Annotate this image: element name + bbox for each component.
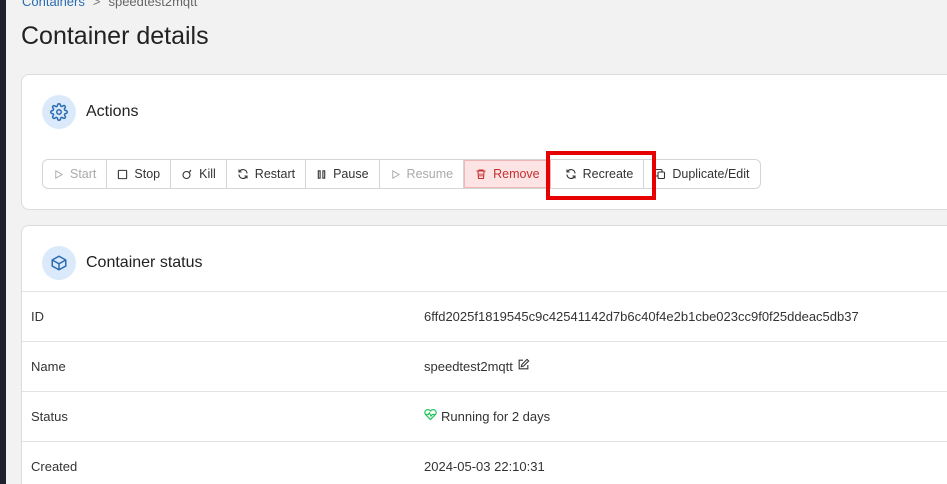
kill-label: Kill bbox=[199, 167, 216, 181]
table-row-id: ID 6ffd2025f1819545c9c42541142d7b6c40f4e… bbox=[22, 291, 947, 341]
duplicate-edit-label: Duplicate/Edit bbox=[672, 167, 750, 181]
stop-button[interactable]: Stop bbox=[107, 160, 172, 188]
stop-label: Stop bbox=[134, 167, 161, 181]
gear-icon bbox=[42, 95, 76, 129]
pause-icon bbox=[317, 169, 326, 179]
created-value: 2024-05-03 22:10:31 bbox=[424, 459, 545, 474]
table-row-status: Status Running for 2 days bbox=[22, 391, 947, 441]
play-icon bbox=[391, 169, 400, 179]
container-status-header: Container status bbox=[42, 246, 203, 280]
container-status-title: Container status bbox=[86, 254, 203, 271]
copy-icon bbox=[655, 168, 666, 180]
breadcrumb: Containers > speedtest2mqtt bbox=[22, 0, 197, 9]
name-value: speedtest2mqtt bbox=[424, 359, 513, 374]
kill-button[interactable]: Kill bbox=[171, 160, 227, 188]
actions-card: Actions Start Stop Kill Restart Pause Re… bbox=[21, 74, 947, 210]
resume-label: Resume bbox=[406, 167, 454, 181]
app-sidebar-edge bbox=[0, 0, 6, 484]
trash-icon bbox=[476, 169, 486, 180]
restart-button[interactable]: Restart bbox=[226, 160, 307, 188]
pause-button[interactable]: Pause bbox=[306, 160, 380, 188]
table-row-name: Name speedtest2mqtt bbox=[22, 341, 947, 391]
duplicate-edit-button[interactable]: Duplicate/Edit bbox=[644, 160, 760, 188]
actions-title: Actions bbox=[86, 103, 139, 120]
status-label: Status bbox=[31, 409, 68, 424]
heartbeat-icon bbox=[424, 409, 437, 421]
box-icon bbox=[42, 246, 76, 280]
breadcrumb-current: speedtest2mqtt bbox=[108, 0, 198, 9]
edit-icon[interactable] bbox=[517, 358, 530, 371]
restart-label: Restart bbox=[254, 167, 296, 181]
bomb-icon bbox=[182, 169, 192, 180]
name-value-wrapper: speedtest2mqtt bbox=[424, 358, 530, 374]
id-value: 6ffd2025f1819545c9c42541142d7b6c40f4e2b1… bbox=[424, 309, 859, 324]
table-row-created: Created 2024-05-03 22:10:31 bbox=[22, 441, 947, 484]
remove-label: Remove bbox=[493, 167, 540, 181]
breadcrumb-separator: > bbox=[92, 0, 101, 9]
start-label: Start bbox=[70, 167, 97, 181]
created-label: Created bbox=[31, 459, 78, 474]
start-button[interactable]: Start bbox=[43, 160, 108, 188]
remove-button[interactable]: Remove bbox=[464, 160, 551, 188]
resume-button[interactable]: Resume bbox=[379, 160, 465, 188]
status-value-wrapper: Running for 2 days bbox=[424, 409, 550, 424]
play-icon bbox=[55, 169, 64, 179]
refresh-icon bbox=[238, 169, 248, 179]
name-label: Name bbox=[31, 359, 66, 374]
breadcrumb-containers-link[interactable]: Containers bbox=[22, 0, 85, 9]
recreate-highlight-box bbox=[546, 151, 656, 200]
stop-icon bbox=[118, 169, 128, 179]
pause-label: Pause bbox=[333, 167, 369, 181]
page-title: Container details bbox=[21, 22, 209, 50]
id-label: ID bbox=[31, 309, 44, 324]
actions-header: Actions bbox=[42, 95, 138, 129]
container-status-card: Container status ID 6ffd2025f1819545c9c4… bbox=[21, 225, 947, 484]
status-value: Running for 2 days bbox=[441, 409, 551, 424]
